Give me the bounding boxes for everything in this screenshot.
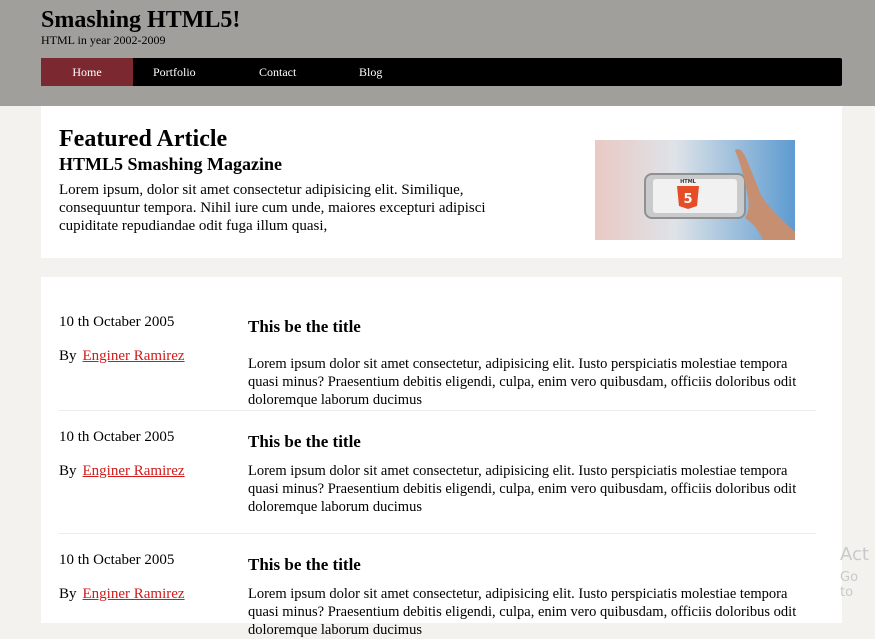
post-date: 10 th Octaber 2005	[59, 429, 175, 445]
featured-subheading: HTML5 Smashing Magazine	[59, 154, 283, 174]
post-divider	[59, 533, 816, 534]
post-title: This be the title	[248, 317, 361, 336]
site-title: Smashing HTML5!	[41, 7, 241, 33]
nav-item-home[interactable]: Home	[41, 58, 133, 86]
nav-item-blog[interactable]: Blog	[359, 58, 382, 86]
main-nav: Home Portfolio Contact Blog	[41, 58, 842, 86]
featured-heading: Featured Article	[59, 126, 228, 152]
post-title: This be the title	[248, 432, 361, 451]
post-date: 10 th Octaber 2005	[59, 314, 175, 330]
post-by-label: By	[59, 586, 77, 602]
post-by-label: By	[59, 463, 77, 479]
post-body: Lorem ipsum dolor sit amet consectetur, …	[248, 463, 797, 515]
post-by-label: By	[59, 348, 77, 364]
featured-article: Featured Article HTML5 Smashing Magazine…	[41, 106, 842, 258]
post-author-link[interactable]: Enginer Ramirez	[83, 586, 185, 602]
posts-list: 10 th Octaber 2005 By Enginer Ramirez Thi…	[41, 277, 842, 638]
site-header: Smashing HTML5! HTML in year 2002-2009 H…	[0, 0, 875, 106]
html5-number: 5	[683, 192, 692, 207]
nav-item-portfolio[interactable]: Portfolio	[153, 58, 196, 86]
site-tagline: HTML in year 2002-2009	[41, 33, 166, 47]
activation-watermark-title: Act	[840, 544, 869, 565]
html-badge-label: HTML	[680, 179, 697, 185]
post-date: 10 th Octaber 2005	[59, 552, 175, 568]
post-body: Lorem ipsum dolor sit amet consectetur, …	[248, 356, 797, 408]
post-author-link[interactable]: Enginer Ramirez	[83, 348, 185, 364]
post-body: Lorem ipsum dolor sit amet consectetur, …	[248, 586, 797, 638]
nav-item-contact[interactable]: Contact	[259, 58, 296, 86]
post-title: This be the title	[248, 555, 361, 574]
post-divider	[59, 410, 816, 411]
featured-image: HTML 5	[595, 140, 795, 240]
featured-text: Lorem ipsum, dolor sit amet consectetur …	[59, 182, 486, 234]
post-author-link[interactable]: Enginer Ramirez	[83, 463, 185, 479]
post-byline: By Enginer Ramirez	[59, 585, 185, 603]
activation-watermark-subtitle: Go to	[840, 570, 859, 600]
post-byline: By Enginer Ramirez	[59, 347, 185, 365]
post-byline: By Enginer Ramirez	[59, 462, 185, 480]
